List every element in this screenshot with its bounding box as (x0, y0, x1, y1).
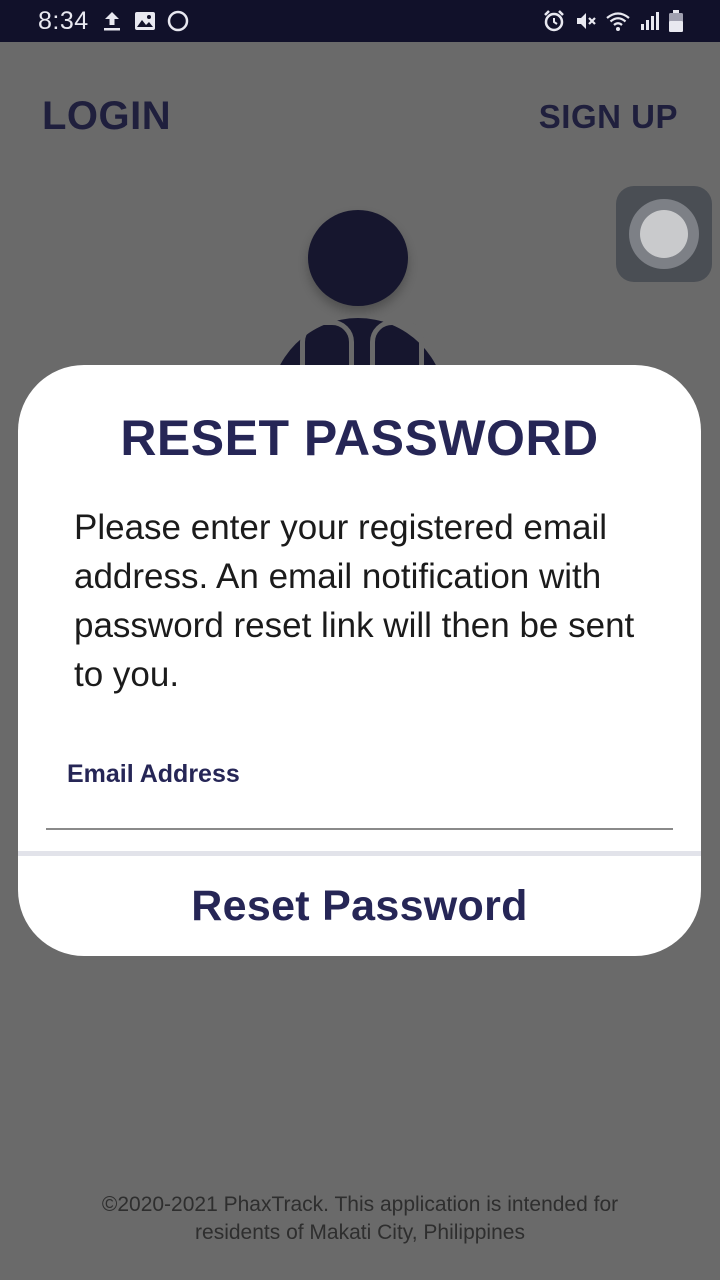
circle-icon (166, 9, 190, 33)
assistive-touch-button[interactable] (616, 186, 712, 282)
dialog-title: RESET PASSWORD (120, 410, 599, 466)
image-icon (133, 9, 157, 33)
alarm-icon (542, 9, 566, 33)
battery-icon (666, 9, 690, 33)
reset-password-dialog: RESET PASSWORD Please enter your registe… (18, 365, 701, 956)
mute-icon (574, 9, 598, 33)
email-field[interactable] (46, 790, 673, 830)
login-tab[interactable]: LOGIN (42, 94, 171, 139)
assistive-dot-icon (640, 210, 688, 258)
dialog-message: Please enter your registered email addre… (74, 508, 635, 694)
footer-copyright: ©2020-2021 PhaxTrack. This application i… (60, 1191, 660, 1247)
signal-icon (638, 9, 662, 33)
footer-line-1: ©2020-2021 PhaxTrack. This application i… (101, 1193, 619, 1216)
status-time: 8:34 (38, 7, 89, 35)
upload-icon (100, 9, 124, 33)
email-label: Email Address (67, 760, 240, 788)
footer-line-2: residents of Makati City, Philippines (195, 1221, 525, 1244)
signup-tab[interactable]: SIGN UP (539, 98, 678, 136)
reset-password-button[interactable]: Reset Password (18, 856, 701, 956)
wifi-icon (605, 9, 630, 33)
doctor-head (308, 210, 408, 306)
status-bar: 8:34 (0, 0, 720, 42)
